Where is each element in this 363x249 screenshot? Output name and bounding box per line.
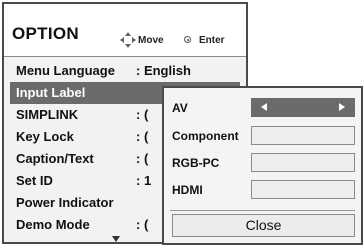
menu-item-value: : ( (136, 151, 149, 166)
menu-item-label: Power Indicator (16, 195, 114, 210)
menu-item-label: Key Lock (16, 129, 74, 144)
move-hint-label: Move (138, 35, 164, 46)
four-way-arrow-icon (120, 32, 136, 48)
submenu-label-hdmi: HDMI (172, 183, 203, 197)
close-button[interactable]: Close (172, 214, 355, 237)
menu-item-label: Set ID (16, 173, 53, 188)
menu-item-label: SIMPLINK (16, 107, 79, 122)
menu-item-menu-language[interactable]: Menu Language : English (10, 60, 240, 82)
divider (170, 210, 355, 211)
menu-item-value: : 1 (136, 173, 152, 188)
menu-item-value: : ( (136, 217, 149, 232)
component-label-selector[interactable] (251, 126, 355, 145)
menu-item-value: : ( (136, 107, 149, 122)
submenu-label-av: AV (172, 101, 188, 115)
scroll-down-arrow-icon[interactable] (112, 236, 120, 242)
menu-item-label: Caption/Text (16, 151, 94, 166)
menu-item-label: Input Label (16, 85, 86, 100)
menu-item-value: : ( (136, 129, 149, 144)
arrow-left-icon[interactable] (261, 103, 267, 111)
menu-title: OPTION (12, 24, 79, 43)
rgb-pc-label-selector[interactable] (251, 153, 355, 172)
menu-item-value: : English (136, 63, 191, 78)
menu-item-label: Demo Mode (16, 217, 90, 232)
title-bar: OPTION Move Enter (4, 4, 246, 57)
submenu-label-component: Component (172, 129, 239, 143)
arrow-right-icon[interactable] (339, 103, 345, 111)
hdmi-label-selector[interactable] (251, 180, 355, 199)
av-label-selector[interactable] (251, 98, 355, 117)
submenu-label-rgb-pc: RGB-PC (172, 156, 220, 170)
menu-item-label: Menu Language (16, 63, 115, 78)
input-label-submenu: AV Component RGB-PC HDMI Close (162, 86, 363, 245)
enter-circle-icon (184, 36, 191, 43)
enter-hint-label: Enter (199, 35, 225, 46)
